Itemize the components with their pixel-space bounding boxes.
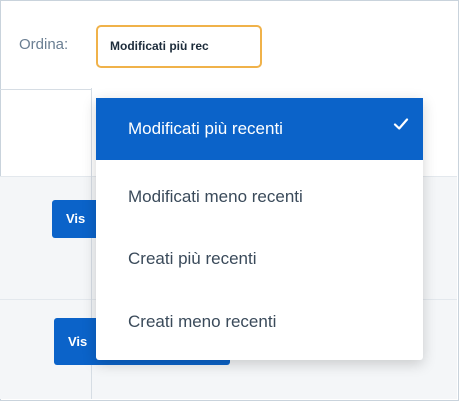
sort-option-label: Creati meno recenti: [128, 312, 277, 331]
sort-option-modified-oldest[interactable]: Modificati meno recenti: [96, 166, 423, 228]
divider: [0, 89, 92, 90]
sort-option-label: Modificati più recenti: [128, 119, 283, 138]
sort-option-created-oldest[interactable]: Creati meno recenti: [96, 291, 423, 353]
sort-option-created-newest[interactable]: Creati più recenti: [96, 228, 423, 290]
sort-option-modified-newest[interactable]: Modificati più recenti: [96, 98, 423, 160]
sort-option-label: Creati più recenti: [128, 249, 257, 268]
sort-select[interactable]: Modificati più rec: [96, 25, 262, 68]
check-icon: [393, 118, 409, 130]
sort-dropdown-menu: Modificati più recenti Modificati meno r…: [96, 98, 423, 360]
sort-option-label: Modificati meno recenti: [128, 187, 303, 206]
sort-label: Ordina:: [19, 36, 69, 53]
